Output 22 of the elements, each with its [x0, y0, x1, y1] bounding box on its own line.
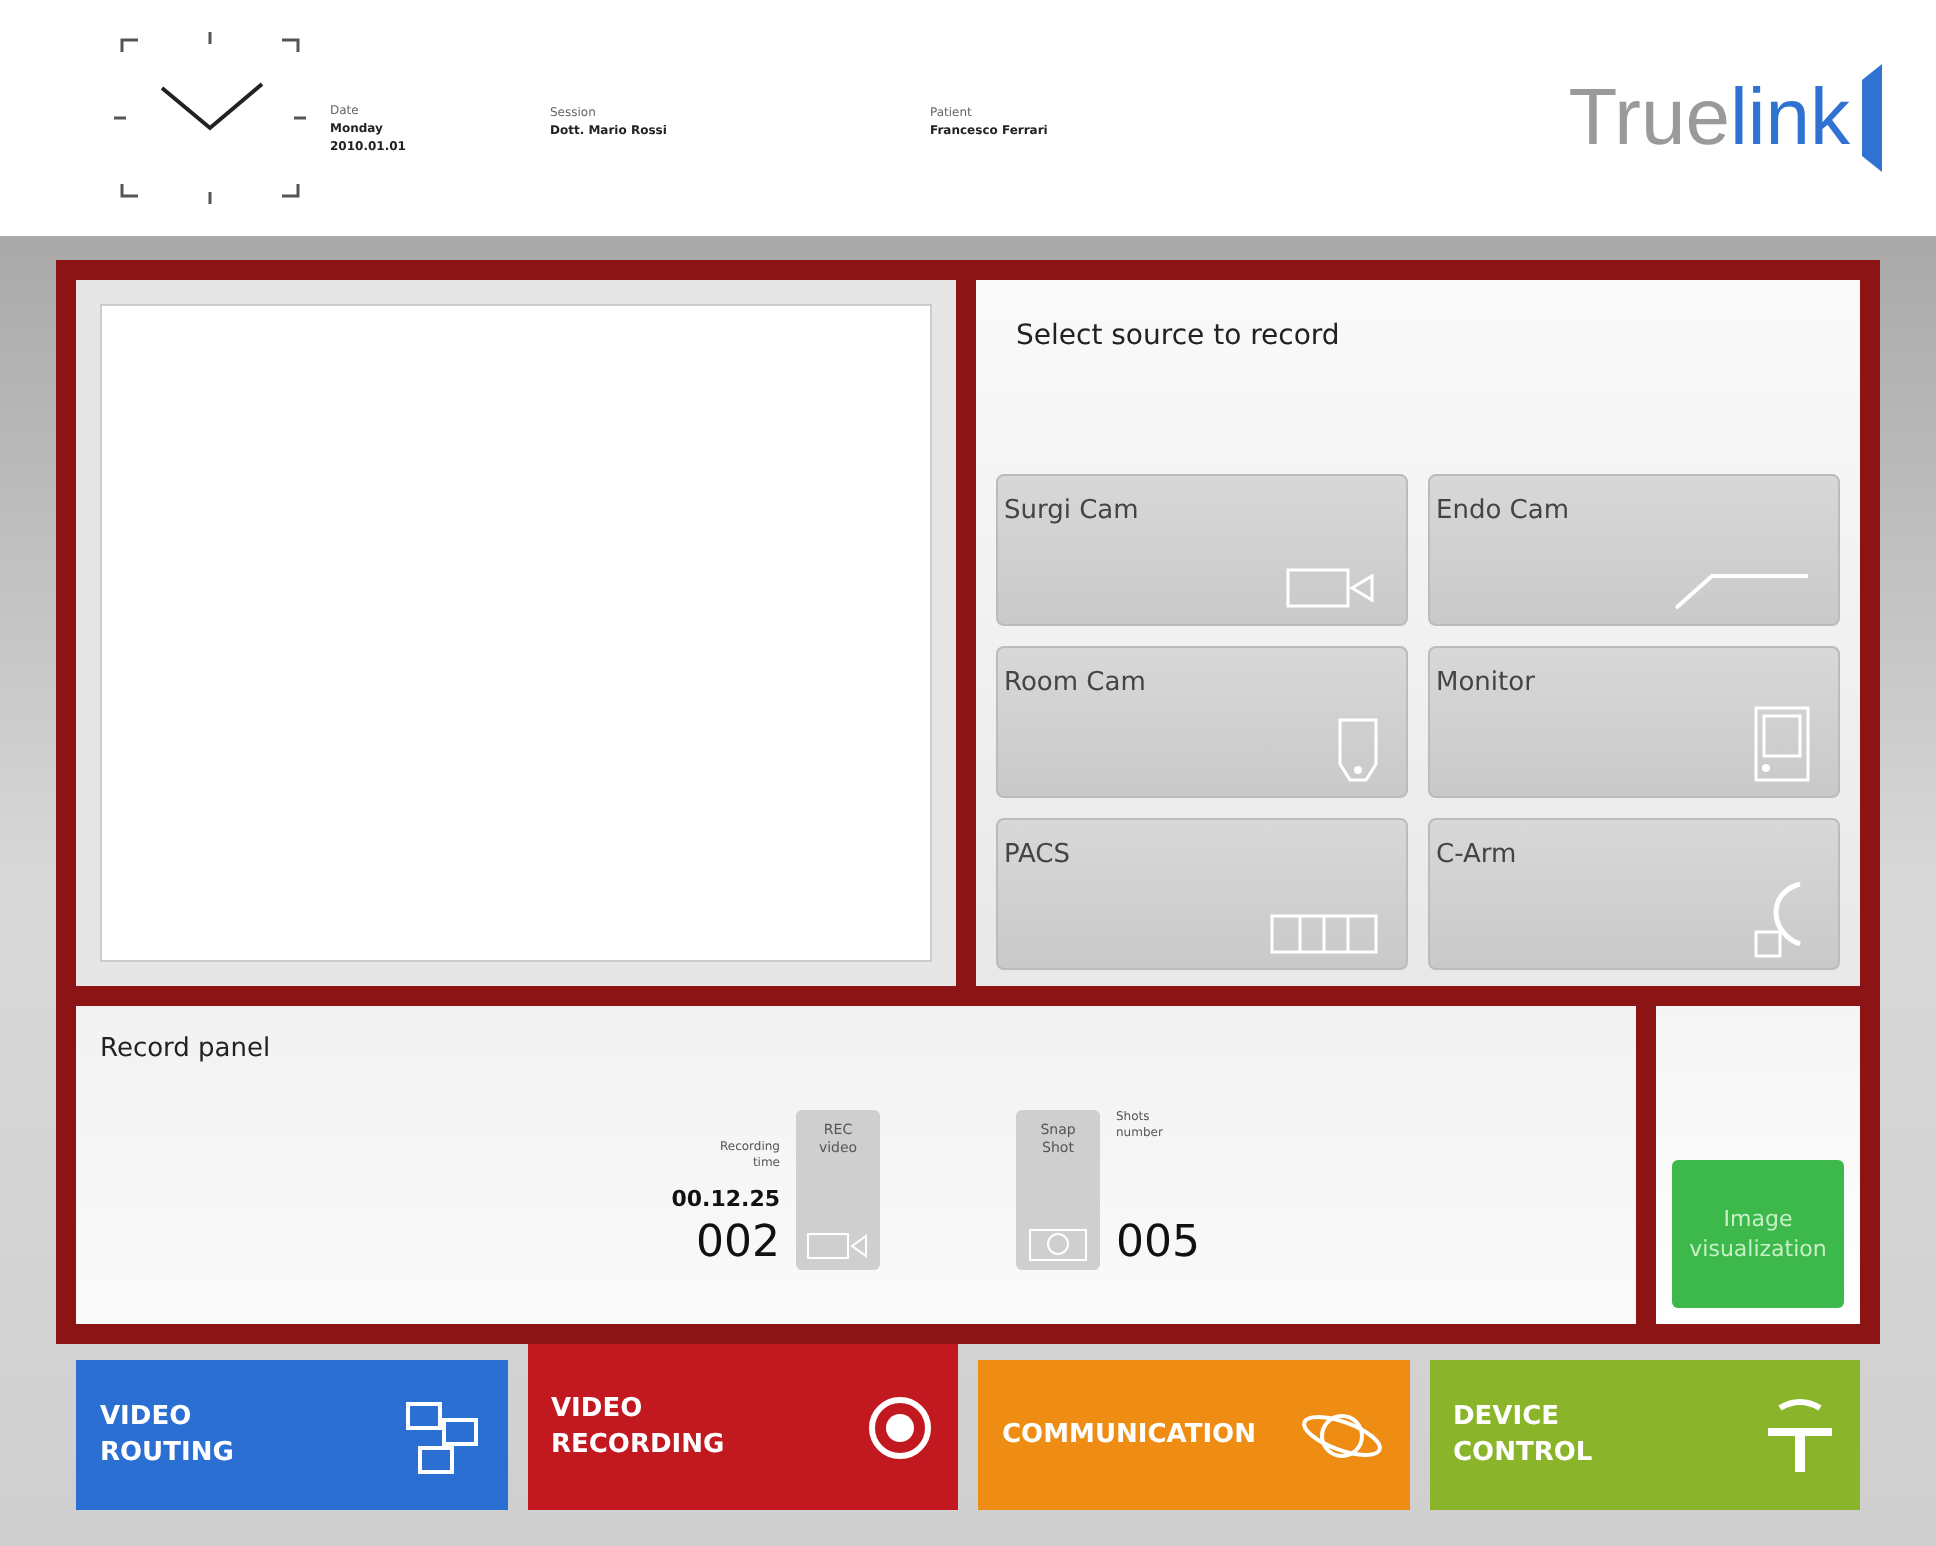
source-button[interactable]: Surgi Cam — [996, 474, 1408, 626]
ceiling-camera-icon — [1336, 716, 1380, 784]
source-button[interactable]: Monitor — [1428, 646, 1840, 798]
record-panel-title: Record panel — [100, 1032, 273, 1068]
clock-icon — [110, 28, 310, 208]
film-strip-icon — [1268, 912, 1380, 956]
source-button[interactable]: Room Cam — [996, 646, 1408, 798]
logo-wordmark: Truelink — [1568, 78, 1850, 158]
source-button[interactable]: Endo Cam — [1428, 474, 1840, 626]
nav-tab[interactable]: VIDEO ROUTING — [76, 1360, 507, 1510]
nav-tab[interactable]: VIDEO RECORDING — [527, 1344, 958, 1510]
source-button[interactable]: PACS — [996, 818, 1408, 970]
record-icon — [866, 1393, 934, 1461]
video-camera-icon — [806, 1229, 870, 1261]
surgical-lamp-icon — [1764, 1395, 1836, 1475]
source-panel-title: Select source to record — [1016, 318, 1342, 356]
shots-count: 005 — [1116, 1217, 1200, 1269]
video-camera-icon — [1284, 564, 1380, 612]
recording-count: 002 — [696, 1217, 780, 1269]
monitor-icon — [1752, 704, 1812, 784]
recording-time: 00.12.25 — [671, 1184, 780, 1216]
source-button[interactable]: C-Arm — [1428, 818, 1840, 970]
